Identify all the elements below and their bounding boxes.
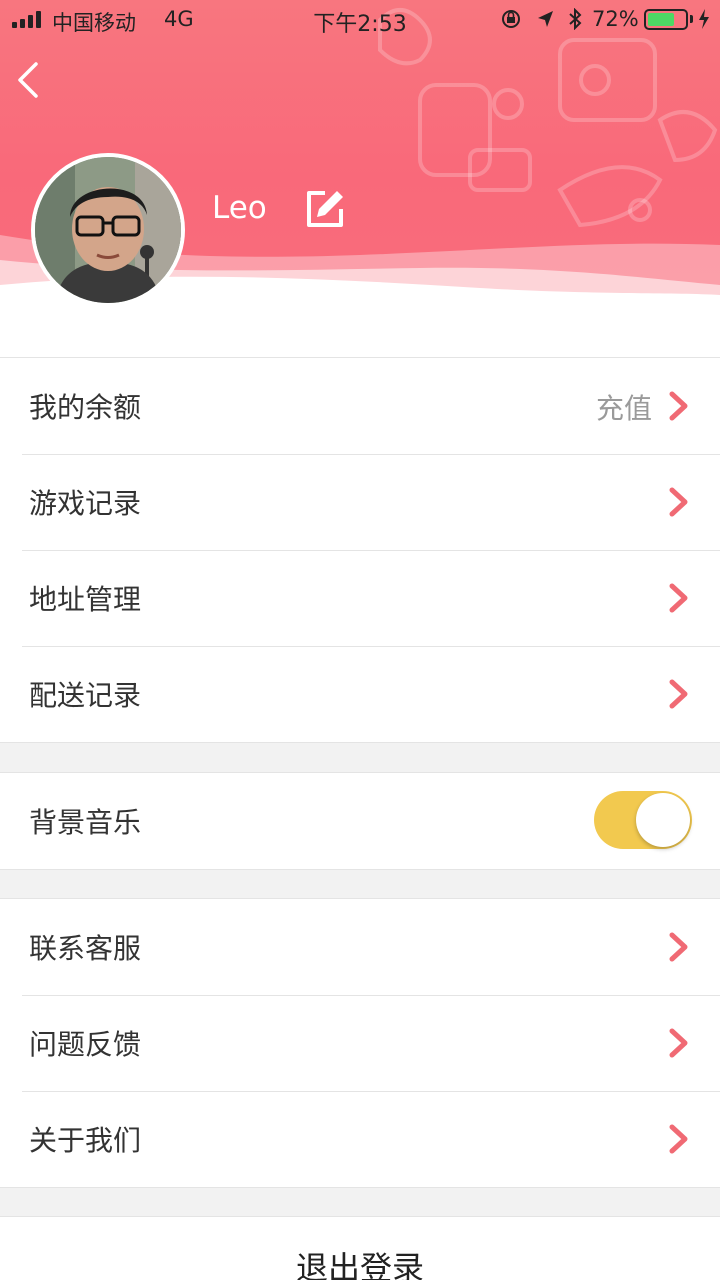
avatar-photo <box>35 157 181 303</box>
list-item-about-us[interactable]: 关于我们 <box>0 1091 720 1187</box>
menu-group-account: 我的余额 充值 游戏记录 地址管理 配送记录 <box>0 357 720 743</box>
list-item-label: 地址管理 <box>29 583 142 616</box>
battery-cap <box>690 15 693 23</box>
list-item-contact-support[interactable]: 联系客服 <box>0 899 720 995</box>
chevron-right-icon <box>669 679 688 709</box>
battery-percent: 72% <box>592 7 639 31</box>
chevron-right-icon <box>669 391 688 421</box>
list-item-label: 关于我们 <box>29 1124 142 1157</box>
toggle-knob <box>636 793 690 847</box>
status-icons <box>500 8 582 30</box>
battery-icon <box>644 9 688 30</box>
chevron-right-icon <box>669 487 688 517</box>
list-item-label: 背景音乐 <box>29 806 142 839</box>
status-bar: 中国移动 4G 下午2:53 72% <box>0 0 720 40</box>
header-spacer <box>0 320 720 357</box>
list-item-label: 配送记录 <box>29 679 142 712</box>
list-item-address-management[interactable]: 地址管理 <box>0 550 720 646</box>
chevron-right-icon <box>669 932 688 962</box>
list-item-label: 我的余额 <box>29 391 142 424</box>
settings-list: 我的余额 充值 游戏记录 地址管理 配送记录 背景音乐 联系客服 问题反馈 关于… <box>0 320 720 1280</box>
avatar[interactable] <box>31 153 185 307</box>
edit-icon <box>307 191 343 227</box>
list-item-background-music: 背景音乐 <box>0 773 720 869</box>
background-music-toggle[interactable] <box>594 791 692 849</box>
list-item-label: 联系客服 <box>29 932 142 965</box>
recharge-link[interactable]: 充值 <box>596 387 652 427</box>
list-item-label: 游戏记录 <box>29 487 142 520</box>
orientation-lock-icon <box>502 10 520 28</box>
chevron-right-icon <box>669 583 688 613</box>
battery-fill <box>648 13 674 26</box>
edit-profile-button[interactable] <box>303 187 347 231</box>
logout-button[interactable]: 退出登录 <box>0 1216 720 1280</box>
chevron-right-icon <box>669 1124 688 1154</box>
back-icon <box>18 62 38 98</box>
list-item-feedback[interactable]: 问题反馈 <box>0 995 720 1091</box>
menu-group-support: 联系客服 问题反馈 关于我们 <box>0 898 720 1188</box>
list-item-game-records[interactable]: 游戏记录 <box>0 454 720 550</box>
list-item-label: 问题反馈 <box>29 1028 142 1061</box>
charging-bolt-icon <box>699 9 709 29</box>
list-item-delivery-records[interactable]: 配送记录 <box>0 646 720 742</box>
menu-group-settings: 背景音乐 <box>0 772 720 870</box>
username: Leo <box>212 190 267 226</box>
bluetooth-icon <box>569 8 582 30</box>
location-icon <box>538 11 553 27</box>
list-item-balance[interactable]: 我的余额 充值 <box>0 358 720 454</box>
chevron-right-icon <box>669 1028 688 1058</box>
back-button[interactable] <box>10 58 54 102</box>
logout-label: 退出登录 <box>295 1249 424 1280</box>
